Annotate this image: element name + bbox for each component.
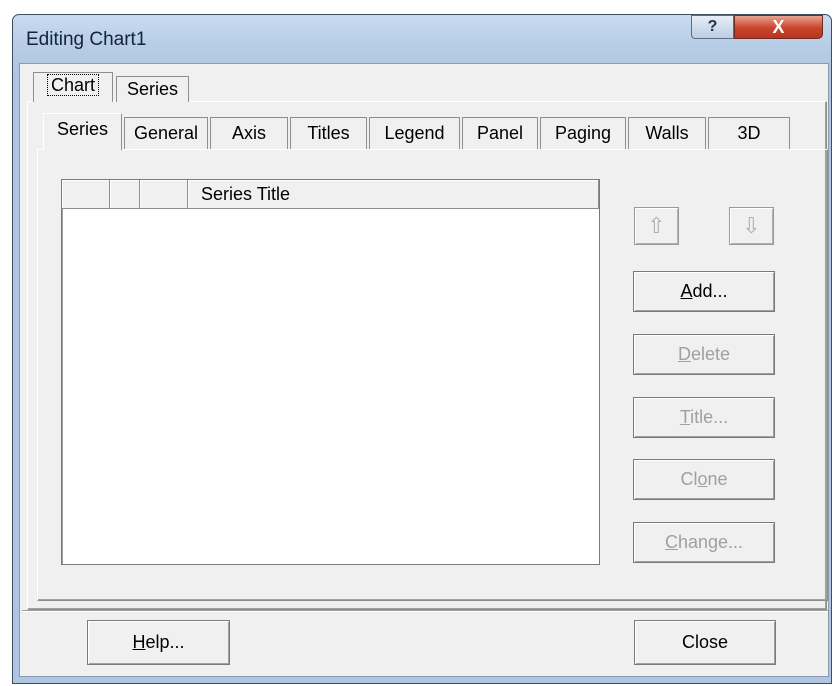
list-header-column-1[interactable]: [62, 180, 110, 209]
tab-titles[interactable]: Titles: [290, 117, 367, 149]
tab-chart-label: Chart: [46, 74, 100, 96]
tab-paging[interactable]: Paging: [540, 117, 626, 149]
help-button-mnemonic: H: [132, 632, 146, 652]
delete-button-label-post: elete: [690, 344, 731, 364]
close-button[interactable]: Close: [634, 620, 776, 665]
window-title: Editing Chart1: [26, 29, 147, 50]
move-down-button[interactable]: ⇩: [729, 207, 774, 245]
change-button-label-post: hange...: [677, 532, 744, 552]
add-button[interactable]: Add...: [633, 271, 775, 312]
list-header-column-3[interactable]: [140, 180, 188, 209]
title-close-button[interactable]: X: [734, 15, 823, 39]
arrow-up-icon: ⇧: [647, 213, 666, 238]
bottom-separator: [22, 610, 828, 612]
tab-3d[interactable]: 3D: [708, 117, 790, 149]
title-button[interactable]: Title...: [633, 397, 775, 438]
clone-button-label-pre: Cl: [680, 469, 698, 489]
help-button[interactable]: Help...: [87, 620, 230, 665]
tab-walls[interactable]: Walls: [628, 117, 706, 149]
tab-chart[interactable]: Chart: [33, 72, 113, 102]
tab-panel[interactable]: Panel: [462, 117, 538, 149]
tab-general[interactable]: General: [124, 117, 208, 149]
title-help-button[interactable]: ?: [691, 15, 734, 39]
tab-series-outer[interactable]: Series: [116, 76, 189, 102]
series-list[interactable]: [61, 179, 600, 565]
help-button-label-post: elp...: [145, 632, 185, 652]
tab-axis[interactable]: Axis: [210, 117, 288, 149]
tab-legend[interactable]: Legend: [369, 117, 460, 149]
clone-button[interactable]: Clone: [633, 459, 775, 500]
delete-button[interactable]: Delete: [633, 334, 775, 375]
arrow-down-icon: ⇩: [742, 213, 761, 238]
move-up-button[interactable]: ⇧: [634, 207, 679, 245]
change-button-mnemonic: C: [664, 532, 678, 552]
list-header-column-2[interactable]: [110, 180, 140, 209]
delete-button-mnemonic: D: [677, 344, 691, 364]
clone-button-label-post: ne: [707, 469, 728, 489]
add-button-mnemonic: A: [680, 281, 693, 301]
title-button-label-post: itle...: [690, 407, 729, 427]
tab-series-inner[interactable]: Series: [43, 113, 122, 150]
list-header-series-title[interactable]: Series Title: [188, 180, 599, 209]
clone-button-mnemonic: o: [697, 469, 708, 489]
change-button[interactable]: Change...: [633, 522, 775, 563]
title-button-mnemonic: T: [679, 407, 691, 427]
add-button-label-post: dd...: [692, 281, 728, 301]
